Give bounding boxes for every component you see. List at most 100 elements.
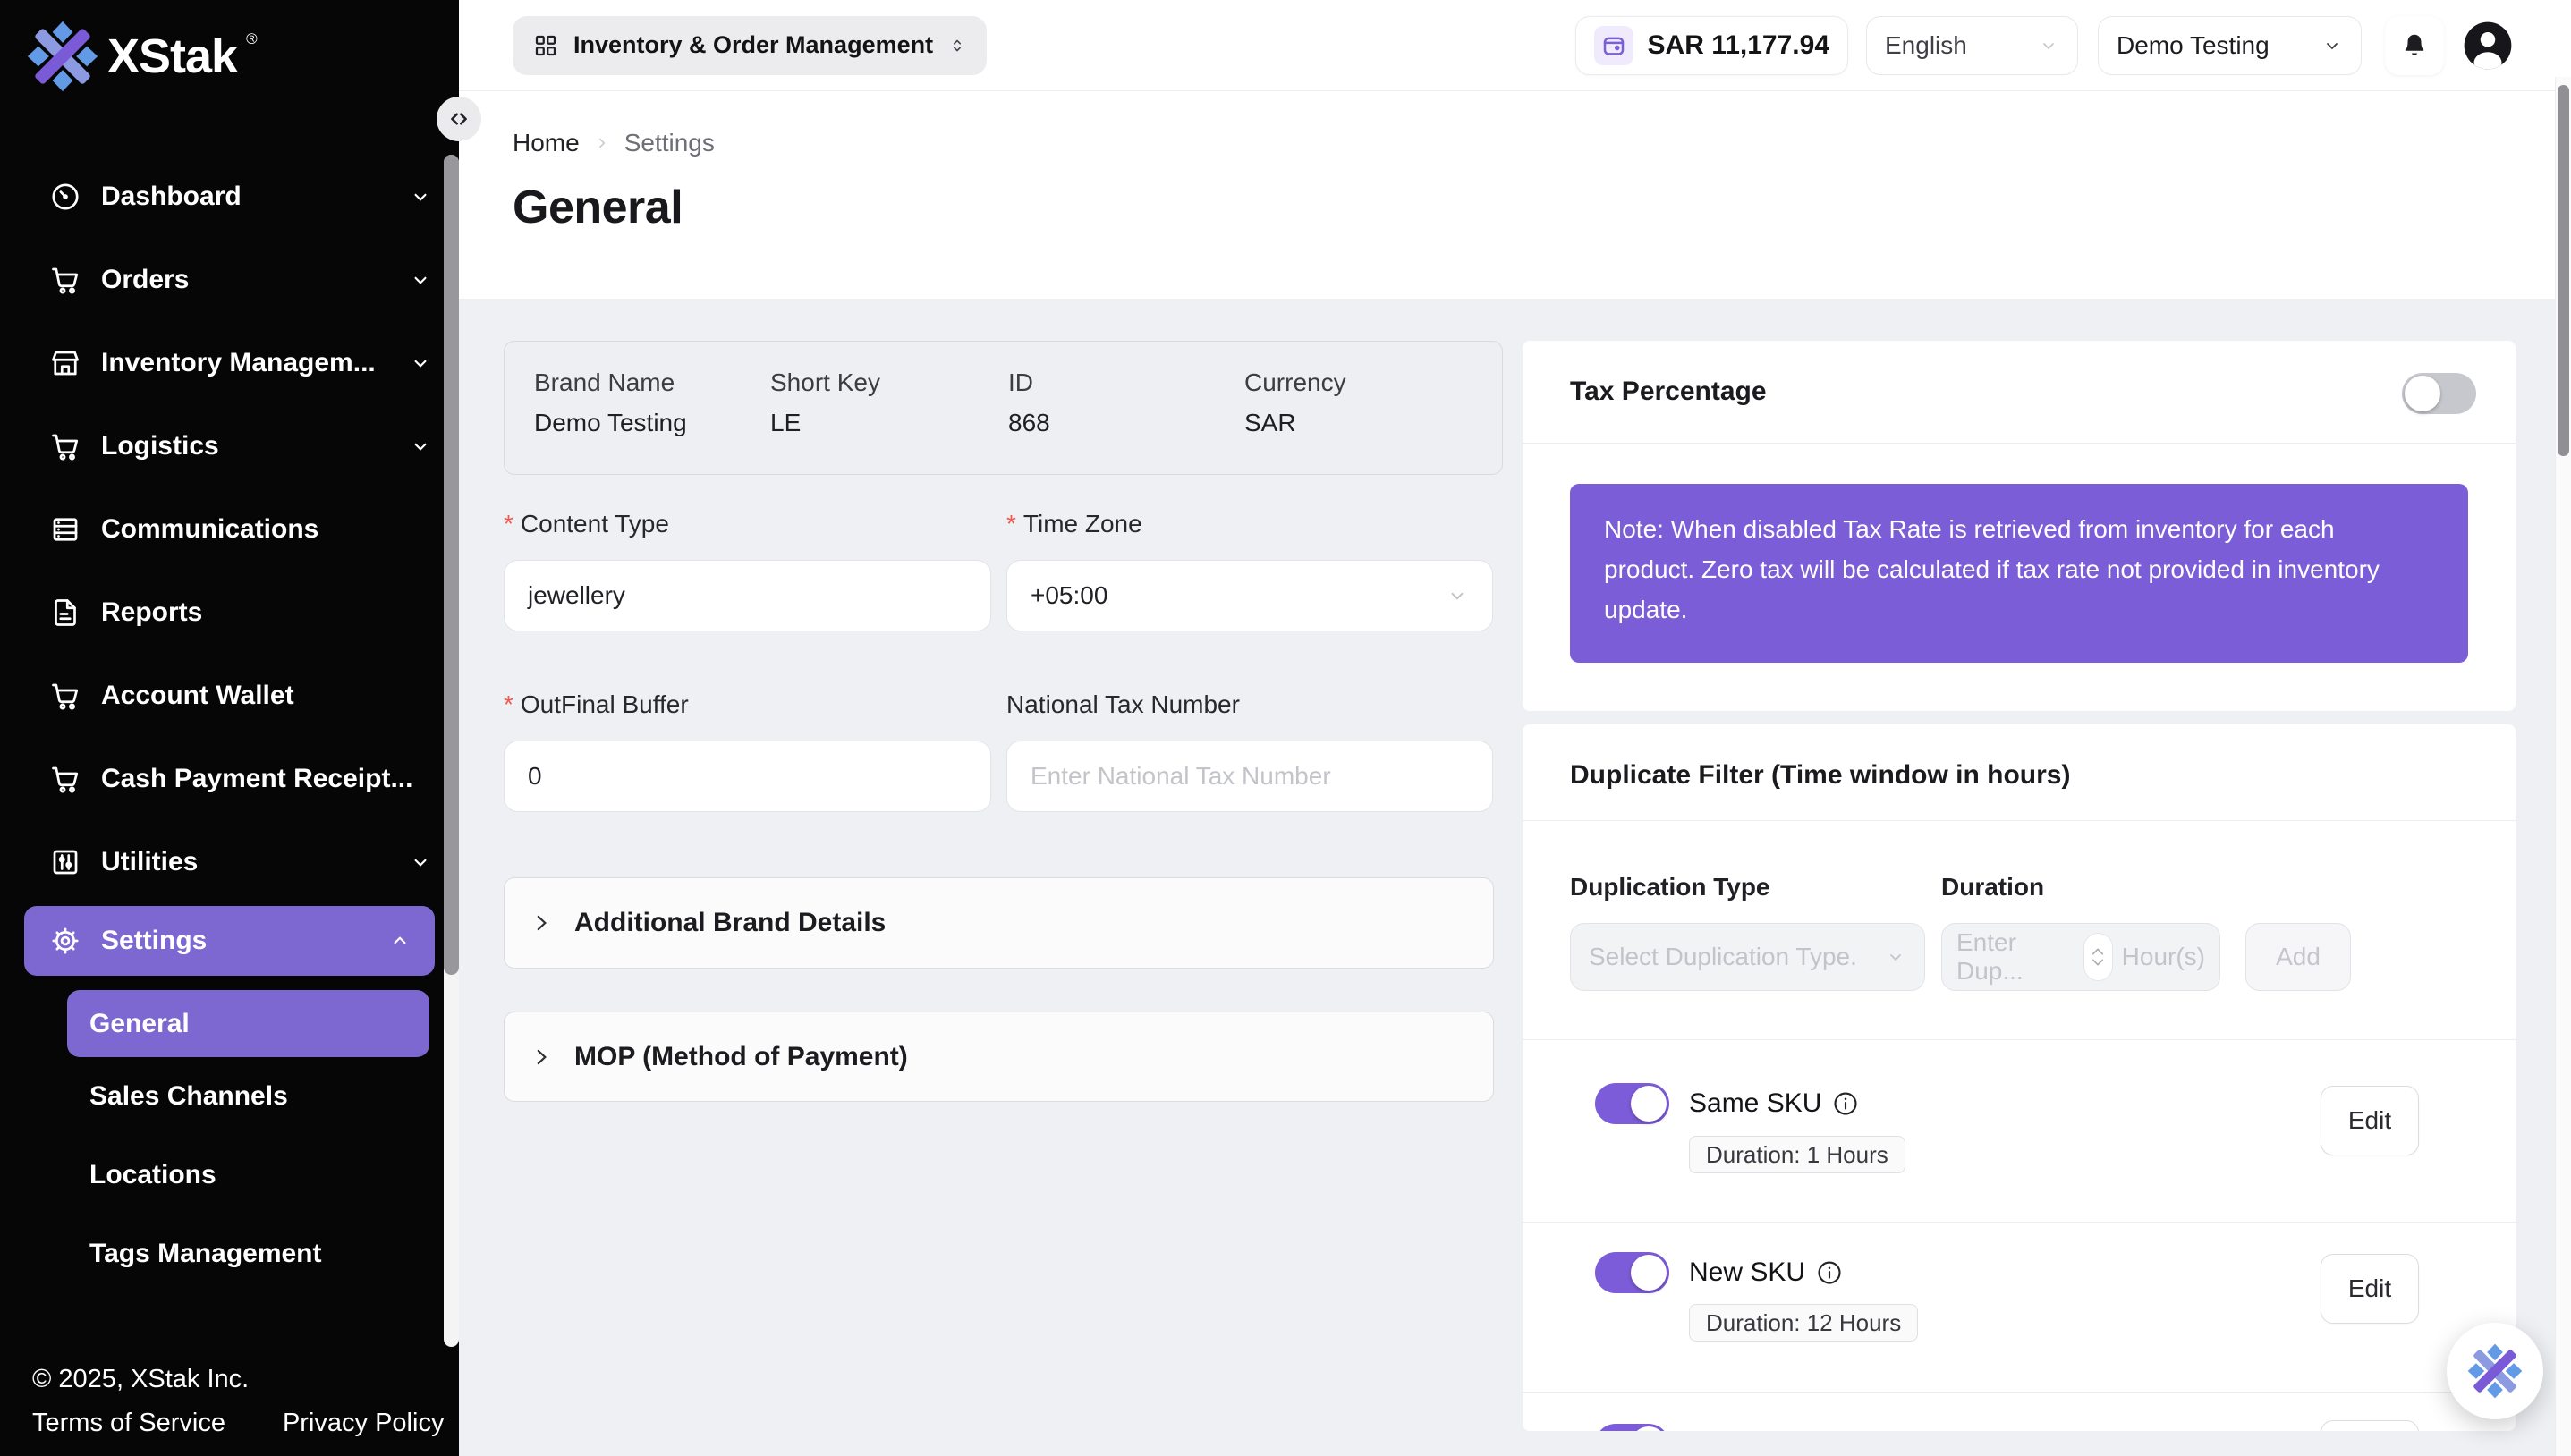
terms-of-service-link[interactable]: Terms of Service — [32, 1409, 225, 1438]
stepper-down-icon — [2091, 958, 2105, 967]
duplication-type-select[interactable]: Select Duplication Type. — [1570, 923, 1925, 991]
sidebar-item-communications[interactable]: Communications — [0, 487, 459, 571]
sidebar-subitem-sales-channels[interactable]: Sales Channels — [0, 1057, 459, 1136]
page-scrollbar-thumb[interactable] — [2558, 85, 2569, 456]
brand-select-value: Demo Testing — [2117, 31, 2270, 60]
add-button[interactable]: Add — [2245, 923, 2351, 991]
sidebar-item-dashboard[interactable]: Dashboard — [0, 155, 459, 238]
additional-brand-details-panel[interactable]: Additional Brand Details — [504, 877, 1494, 969]
sidebar-item-label: Logistics — [101, 431, 219, 461]
user-avatar[interactable] — [2460, 18, 2516, 73]
time-zone-select[interactable]: +05:00 — [1006, 560, 1493, 631]
info-icon[interactable] — [1832, 1090, 1859, 1117]
sidebar-item-settings[interactable]: Settings — [24, 906, 435, 976]
store-icon — [49, 347, 81, 379]
sliders-icon — [49, 846, 81, 878]
content-type-label: * Content Type — [504, 510, 669, 538]
notifications-button[interactable] — [2385, 16, 2444, 75]
outfinal-buffer-value: 0 — [528, 762, 542, 791]
divider — [1523, 1392, 2516, 1393]
divider — [1523, 443, 2516, 444]
avatar-icon — [2460, 18, 2516, 73]
sidebar-item-logistics[interactable]: Logistics — [0, 404, 459, 487]
currency-value: SAR — [1244, 409, 1346, 437]
sidebar-item-label: Inventory Managem... — [101, 348, 376, 378]
sidebar-subitem-label: Tags Management — [89, 1239, 322, 1269]
grid-icon — [532, 32, 559, 59]
sidebar-item-label: Account Wallet — [101, 681, 294, 711]
same-sku-label: Same SKU — [1689, 1088, 1821, 1119]
duration-input[interactable]: Enter Dup... Hour(s) — [1941, 923, 2220, 991]
brand-name: XStak — [107, 18, 237, 95]
app-switcher[interactable]: Inventory & Order Management — [513, 16, 987, 75]
duplication-type-label: Duplication Type — [1570, 873, 1770, 902]
clipped-sku-toggle[interactable] — [1595, 1424, 1669, 1431]
sidebar-item-cash-payment-receipt[interactable]: Cash Payment Receipt... — [0, 737, 459, 820]
tax-percentage-toggle[interactable] — [2402, 373, 2476, 414]
brand-select[interactable]: Demo Testing — [2098, 16, 2362, 75]
time-zone-value: +05:00 — [1031, 581, 1107, 610]
file-icon — [49, 597, 81, 629]
chevron-down-icon — [409, 351, 432, 375]
xstak-floating-button[interactable] — [2447, 1323, 2543, 1419]
short-key-value: LE — [770, 409, 1008, 437]
toggle-knob — [2405, 376, 2440, 411]
sidebar-item-label: Cash Payment Receipt... — [101, 764, 412, 794]
sidebar-item-label: Reports — [101, 597, 202, 628]
sidebar-collapse-button[interactable] — [437, 97, 481, 141]
new-sku-row: New SKU — [1595, 1250, 1843, 1295]
content-type-input[interactable]: jewellery — [504, 560, 991, 631]
breadcrumb: Home Settings — [513, 129, 2571, 157]
clipped-sku-row — [1595, 1422, 1669, 1431]
collapse-icon — [446, 106, 471, 131]
same-sku-duration-tag: Duration: 1 Hours — [1689, 1136, 1905, 1173]
sidebar-item-inventory-management[interactable]: Inventory Managem... — [0, 321, 459, 404]
page-title: General — [513, 181, 2571, 234]
sidebar: XStak ® Dashboard Orders — [0, 0, 459, 1456]
number-stepper[interactable] — [2083, 933, 2113, 981]
new-sku-toggle[interactable] — [1595, 1252, 1669, 1293]
sidebar-subitem-locations[interactable]: Locations — [0, 1136, 459, 1215]
national-tax-number-label: National Tax Number — [1006, 690, 1240, 719]
chevron-down-icon — [409, 851, 432, 874]
same-sku-toggle[interactable] — [1595, 1083, 1669, 1124]
server-icon — [49, 513, 81, 546]
same-sku-edit-button[interactable]: Edit — [2321, 1086, 2419, 1155]
bell-icon — [2400, 31, 2429, 60]
xstak-logo-icon — [2467, 1343, 2523, 1399]
language-select[interactable]: English — [1866, 16, 2078, 75]
new-sku-label: New SKU — [1689, 1257, 1805, 1288]
sidebar-item-orders[interactable]: Orders — [0, 238, 459, 321]
toggle-knob — [1631, 1426, 1667, 1431]
panel-title: MOP (Method of Payment) — [574, 1042, 908, 1072]
national-tax-number-input[interactable]: Enter National Tax Number — [1006, 741, 1493, 812]
divider — [1523, 820, 2516, 821]
wallet-balance[interactable]: SAR 11,177.94 — [1575, 16, 1848, 75]
content-type-value: jewellery — [528, 581, 625, 610]
cart-icon — [49, 430, 81, 462]
page-scrollbar-track[interactable] — [2555, 77, 2571, 1456]
language-value: English — [1885, 31, 1967, 60]
xstak-logo-icon — [27, 18, 98, 95]
outfinal-buffer-input[interactable]: 0 — [504, 741, 991, 812]
sidebar-scrollbar-thumb[interactable] — [444, 155, 459, 975]
id-value: 868 — [1008, 409, 1244, 437]
page-header: Home Settings General — [459, 91, 2571, 299]
info-icon[interactable] — [1816, 1259, 1843, 1286]
tax-percentage-title: Tax Percentage — [1570, 377, 1767, 407]
clipped-edit-button[interactable] — [2321, 1420, 2419, 1431]
sidebar-item-account-wallet[interactable]: Account Wallet — [0, 654, 459, 737]
new-sku-edit-button[interactable]: Edit — [2321, 1254, 2419, 1324]
breadcrumb-home[interactable]: Home — [513, 129, 580, 157]
chevron-down-icon — [1885, 946, 1906, 968]
sidebar-subitem-label: Locations — [89, 1160, 216, 1190]
sidebar-subitem-tags-management[interactable]: Tags Management — [0, 1215, 459, 1293]
sidebar-subitem-general[interactable]: General — [67, 990, 429, 1057]
privacy-policy-link[interactable]: Privacy Policy — [283, 1409, 445, 1438]
chevron-right-icon — [594, 135, 610, 151]
breadcrumb-current: Settings — [624, 129, 715, 157]
sidebar-item-utilities[interactable]: Utilities — [0, 820, 459, 903]
mop-panel[interactable]: MOP (Method of Payment) — [504, 1012, 1494, 1102]
app-root: XStak ® Dashboard Orders — [0, 0, 2571, 1456]
sidebar-item-reports[interactable]: Reports — [0, 571, 459, 654]
